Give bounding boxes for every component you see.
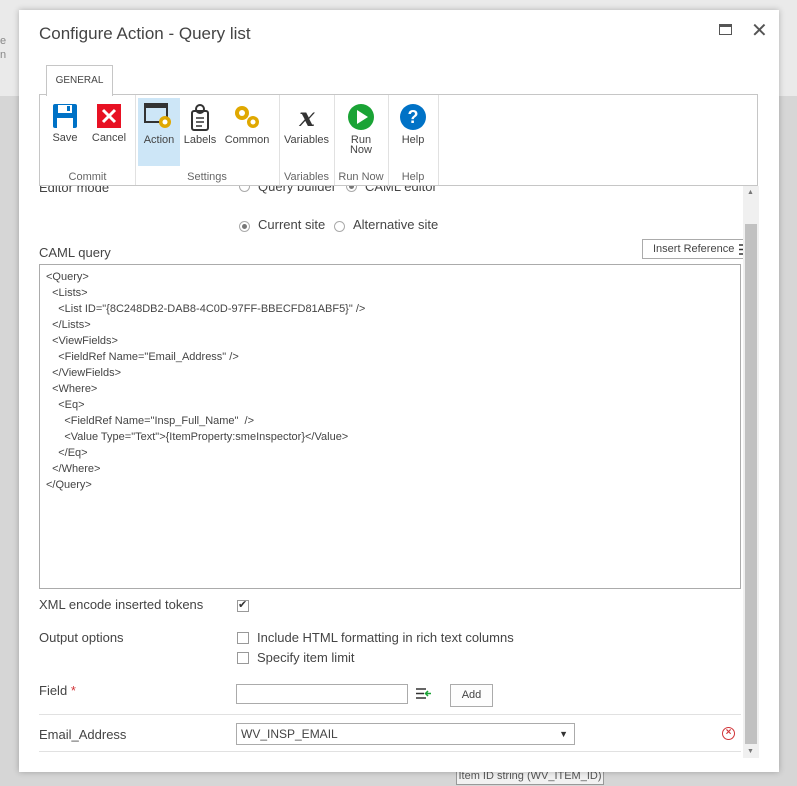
dialog-title: Configure Action - Query list [39,24,251,43]
cancel-button[interactable]: Cancel [88,98,130,166]
radio-current-site-label: Current site [258,217,326,232]
required-mark: * [70,683,76,698]
include-html-checkbox[interactable] [237,632,249,644]
svg-text:?: ? [408,107,419,127]
close-icon[interactable]: ✕ [751,18,768,43]
delete-mapping-icon[interactable]: × [722,727,735,740]
ribbon: Save Cancel Commit Action Labels Common … [39,94,758,186]
radio-alternative-site-label: Alternative site [353,217,439,232]
radio-current-site[interactable] [239,221,250,232]
variable-x-icon: x [298,103,315,131]
xml-encode-checkbox[interactable] [237,598,249,612]
specify-limit-checkbox[interactable] [237,652,249,664]
save-button[interactable]: Save [44,98,86,166]
configure-action-dialog: Configure Action - Query list ✕ GENERAL … [19,10,779,772]
insert-reference-button[interactable]: Insert Reference [642,239,743,259]
cancel-icon [97,104,121,128]
caml-query-label: CAML query [39,245,111,260]
radio-alternative-site[interactable] [334,221,345,232]
scroll-thumb[interactable] [745,224,757,744]
output-options-label: Output options [39,630,124,645]
radio-caml-editor-label: CAML editor [365,186,437,194]
ribbon-group-variables: x Variables Variables [279,95,335,185]
field-label: Field * [39,683,76,698]
xml-encode-label: XML encode inserted tokens [39,597,204,612]
svg-text:x: x [298,103,315,131]
divider [39,714,741,715]
maximize-icon[interactable] [719,24,732,35]
labels-icon [191,104,209,131]
background-left-text: e n [0,35,7,61]
editor-mode-label: Editor mode [39,186,110,195]
group-label-settings: Settings [187,171,227,183]
specify-limit-label: Specify item limit [257,650,355,665]
group-label-variables: Variables [283,171,330,183]
gears-icon [235,106,259,128]
action-icon [144,103,171,128]
mapping-field-name: Email_Address [39,727,127,742]
radio-query-builder-label: Query builder [258,186,337,194]
ribbon-group-settings: Action Labels Common Settings [135,95,280,185]
labels-button[interactable]: Labels [182,98,218,166]
include-html-label: Include HTML formatting in rich text col… [257,630,514,645]
group-label-commit: Commit [68,171,107,183]
radio-query-builder[interactable] [239,186,250,192]
radio-caml-editor[interactable] [346,186,357,192]
group-label-help: Help [401,171,425,183]
action-button[interactable]: Action [138,98,180,166]
mapping-variable-select[interactable]: WV_INSP_EMAIL ▼ [236,723,575,745]
variables-button[interactable]: x Variables [282,98,331,166]
scroll-down-icon[interactable]: ▼ [747,748,754,755]
group-label-run-now: Run Now [338,171,384,183]
divider-bottom [39,751,741,752]
tab-general[interactable]: GENERAL [46,65,113,96]
help-button[interactable]: ? Help [393,98,433,166]
play-icon [348,104,374,130]
field-input[interactable] [236,684,408,704]
add-button[interactable]: Add [450,684,493,707]
help-icon: ? [400,104,426,130]
ribbon-group-help: ? Help Help [388,95,439,185]
save-icon [53,104,77,128]
caml-query-editor[interactable]: <Query> <Lists> <List ID="{8C248DB2-DAB8… [39,264,741,589]
common-button[interactable]: Common [222,98,272,166]
chevron-down-icon: ▼ [559,729,568,739]
run-now-button[interactable]: Run Now [339,98,383,166]
ribbon-group-commit: Save Cancel Commit [40,95,136,185]
scroll-up-icon[interactable]: ▲ [747,189,754,196]
ribbon-group-run-now: Run Now Run Now [334,95,389,185]
insert-reference-icon-field[interactable] [416,687,432,700]
form-content: Editor mode Query builder CAML editor Cu… [39,186,743,756]
scrollbar[interactable]: ▲ ▼ [743,186,759,758]
